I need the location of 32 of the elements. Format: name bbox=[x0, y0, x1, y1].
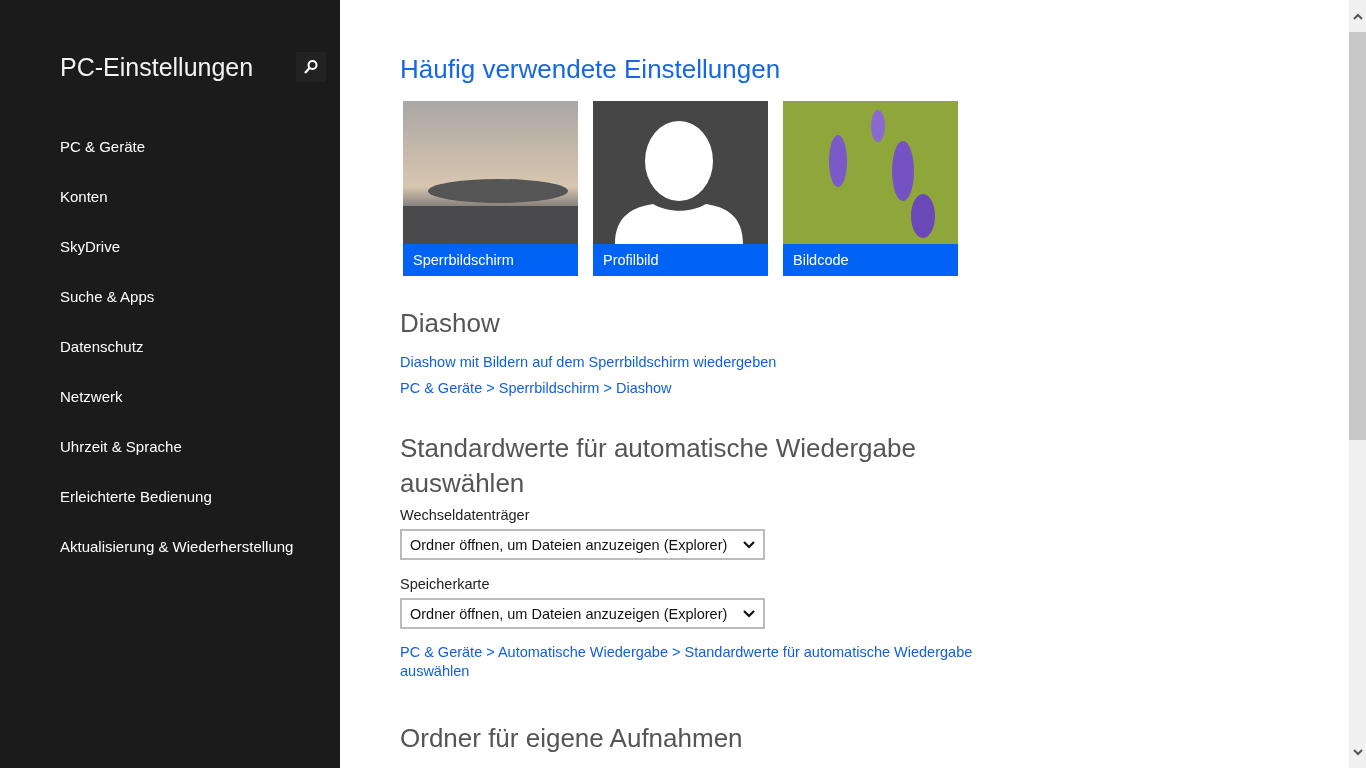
sidebar-item[interactable]: Netzwerk bbox=[60, 372, 129, 422]
tile-label: Bildcode bbox=[783, 244, 958, 276]
chevron-down-icon bbox=[743, 609, 755, 618]
section-heading: Standardwerte für automatische Wiedergabe auswählen bbox=[400, 432, 917, 500]
link[interactable]: Diashow mit Bildern auf dem Sperrbildschirm wiedergeben bbox=[400, 349, 990, 375]
scroll-thumb[interactable] bbox=[1349, 32, 1366, 440]
sidebar-title: PC-Einstellungen bbox=[60, 52, 254, 82]
dropdown[interactable]: Ordner öffnen, um Dateien anzuzeigen (Explorer) bbox=[400, 598, 765, 629]
field-label: Wechseldatenträger bbox=[400, 507, 531, 523]
tile-label: Sperrbildschirm bbox=[403, 244, 578, 276]
search-icon bbox=[303, 59, 319, 75]
sidebar-item[interactable]: PC & Geräte bbox=[60, 122, 152, 172]
section-heading: Diashow bbox=[400, 307, 501, 340]
settings-tile[interactable]: Sperrbildschirm bbox=[403, 101, 578, 276]
dropdown[interactable]: Ordner öffnen, um Dateien anzuzeigen (Explorer) bbox=[400, 529, 765, 560]
sidebar-item[interactable]: Erleichterte Bedienung bbox=[60, 472, 218, 522]
tile-label: Profilbild bbox=[593, 244, 768, 276]
sidebar-item[interactable]: SkyDrive bbox=[60, 222, 126, 272]
scrollbar[interactable] bbox=[1349, 0, 1366, 768]
sidebar-item[interactable]: Suche & Apps bbox=[60, 272, 161, 322]
sidebar-item[interactable]: Aktualisierung & Wiederherstellung bbox=[60, 522, 300, 572]
link[interactable]: PC & Geräte > Automatische Wiedergabe > Standardwerte für automatische Wiedergabe auswählen bbox=[400, 643, 990, 681]
link[interactable]: PC & Geräte > Sperrbildschirm > Diashow bbox=[400, 375, 990, 401]
field-label: Speicherkarte bbox=[400, 576, 491, 592]
chevron-down-icon bbox=[743, 540, 755, 549]
sidebar-item[interactable]: Datenschutz bbox=[60, 322, 150, 372]
section-heading: Häufig verwendete Einstellungen bbox=[400, 53, 782, 86]
search-button[interactable] bbox=[296, 52, 326, 82]
settings-tile[interactable]: Bildcode bbox=[783, 101, 958, 276]
section-heading: Ordner für eigene Aufnahmen bbox=[400, 722, 744, 755]
sidebar-item[interactable]: Uhrzeit & Sprache bbox=[60, 422, 188, 472]
sidebar-item[interactable]: Konten bbox=[60, 172, 114, 222]
